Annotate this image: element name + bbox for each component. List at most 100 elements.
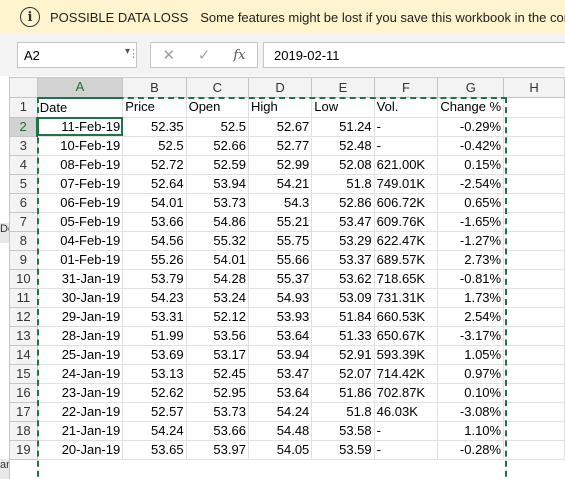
- row-header[interactable]: 12: [9, 306, 38, 327]
- cell-change[interactable]: 1.73%: [437, 287, 505, 308]
- cell-low[interactable]: 53.09: [311, 287, 375, 308]
- cell-high[interactable]: 55.21: [247, 211, 313, 232]
- cell-high[interactable]: 55.66: [247, 249, 313, 270]
- worksheet-grid[interactable]: Do an A B C D E F G H 1DatePriceOpenHigh…: [0, 77, 565, 479]
- cell-high[interactable]: 54.3: [247, 192, 313, 213]
- cell-h[interactable]: [503, 439, 565, 460]
- cell-low[interactable]: 51.86: [311, 382, 375, 403]
- cell-low[interactable]: 52.48: [311, 135, 375, 156]
- cell-low[interactable]: 52.08: [311, 154, 375, 175]
- column-header-c[interactable]: C: [185, 77, 249, 98]
- cell-price[interactable]: 53.66: [122, 211, 187, 232]
- cell-high[interactable]: 52.99: [247, 154, 313, 175]
- cell-date[interactable]: 07-Feb-19: [36, 173, 124, 194]
- row-header[interactable]: 16: [9, 382, 38, 403]
- cell-vol[interactable]: 609.76K: [373, 211, 439, 232]
- cell-high[interactable]: 53.64: [247, 382, 313, 403]
- cell-change[interactable]: Change %: [437, 97, 505, 118]
- cell-low[interactable]: 52.91: [311, 344, 375, 365]
- cell-change[interactable]: -1.27%: [437, 230, 505, 251]
- cell-low[interactable]: 53.47: [311, 211, 375, 232]
- cell-change[interactable]: -1.65%: [437, 211, 505, 232]
- cell-h[interactable]: [503, 97, 565, 118]
- cell-low[interactable]: 52.07: [311, 363, 375, 384]
- cell-date[interactable]: 28-Jan-19: [36, 325, 124, 346]
- cell-h[interactable]: [503, 192, 565, 213]
- cell-h[interactable]: [503, 382, 565, 403]
- cell-date[interactable]: 01-Feb-19: [36, 249, 124, 270]
- cell-high[interactable]: 54.21: [247, 173, 313, 194]
- row-header[interactable]: 18: [9, 420, 38, 441]
- cell-open[interactable]: 52.5: [185, 116, 249, 137]
- cell-change[interactable]: -0.42%: [437, 135, 505, 156]
- row-header[interactable]: 9: [9, 249, 38, 270]
- cell-vol[interactable]: 622.47K: [373, 230, 439, 251]
- cell-h[interactable]: [503, 325, 565, 346]
- cell-vol[interactable]: 593.39K: [373, 344, 439, 365]
- column-header-g[interactable]: G: [437, 77, 505, 98]
- cell-h[interactable]: [503, 154, 565, 175]
- insert-function-icon[interactable]: fx: [233, 48, 245, 63]
- cell-open[interactable]: 53.24: [185, 287, 249, 308]
- cell-high[interactable]: 53.64: [247, 325, 313, 346]
- cell-open[interactable]: 53.94: [185, 173, 249, 194]
- cell-price[interactable]: Price: [122, 97, 187, 118]
- cell-price[interactable]: 52.72: [122, 154, 187, 175]
- cell-change[interactable]: 1.05%: [437, 344, 505, 365]
- cell-high[interactable]: 54.93: [247, 287, 313, 308]
- cell-price[interactable]: 54.24: [122, 420, 187, 441]
- cell-h[interactable]: [503, 420, 565, 441]
- row-header[interactable]: 4: [9, 154, 38, 175]
- cell-price[interactable]: 54.23: [122, 287, 187, 308]
- cell-price[interactable]: 53.31: [122, 306, 187, 327]
- cell-high[interactable]: 55.37: [247, 268, 313, 289]
- row-header[interactable]: 14: [9, 344, 38, 365]
- cell-date[interactable]: 20-Jan-19: [36, 439, 124, 460]
- cell-high[interactable]: 53.93: [247, 306, 313, 327]
- cell-high[interactable]: 54.05: [247, 439, 313, 460]
- cell-change[interactable]: 0.10%: [437, 382, 505, 403]
- cell-vol[interactable]: 660.53K: [373, 306, 439, 327]
- cell-date[interactable]: 31-Jan-19: [36, 268, 124, 289]
- cell-vol[interactable]: -: [373, 135, 439, 156]
- cell-low[interactable]: 52.86: [311, 192, 375, 213]
- cell-change[interactable]: -0.29%: [437, 116, 505, 137]
- row-header[interactable]: 15: [9, 363, 38, 384]
- cell-h[interactable]: [503, 287, 565, 308]
- cell-low[interactable]: Low: [311, 97, 375, 118]
- cell-vol[interactable]: 714.42K: [373, 363, 439, 384]
- cell-vol[interactable]: 718.65K: [373, 268, 439, 289]
- cell-h[interactable]: [503, 306, 565, 327]
- cell-open[interactable]: 53.73: [185, 401, 249, 422]
- cell-high[interactable]: 54.48: [247, 420, 313, 441]
- column-header-e[interactable]: E: [311, 77, 375, 98]
- cell-change[interactable]: -0.81%: [437, 268, 505, 289]
- cell-open[interactable]: 53.73: [185, 192, 249, 213]
- cell-high[interactable]: 53.94: [247, 344, 313, 365]
- cell-change[interactable]: -3.17%: [437, 325, 505, 346]
- cell-date[interactable]: 24-Jan-19: [36, 363, 124, 384]
- cell-low[interactable]: 53.62: [311, 268, 375, 289]
- cell-low[interactable]: 53.59: [311, 439, 375, 460]
- cell-date[interactable]: 29-Jan-19: [36, 306, 124, 327]
- cell-price[interactable]: 53.13: [122, 363, 187, 384]
- cell-date[interactable]: 05-Feb-19: [36, 211, 124, 232]
- cell-price[interactable]: 51.99: [122, 325, 187, 346]
- cell-open[interactable]: 53.66: [185, 420, 249, 441]
- row-header[interactable]: 17: [9, 401, 38, 422]
- cell-date[interactable]: 25-Jan-19: [36, 344, 124, 365]
- cell-open[interactable]: 52.45: [185, 363, 249, 384]
- name-box[interactable]: A2 ▾: [17, 42, 137, 68]
- row-header[interactable]: 3: [9, 135, 38, 156]
- column-header-b[interactable]: B: [122, 77, 187, 98]
- cell-change[interactable]: 0.97%: [437, 363, 505, 384]
- cell-price[interactable]: 53.65: [122, 439, 187, 460]
- cell-price[interactable]: 52.35: [122, 116, 187, 137]
- cell-change[interactable]: -3.08%: [437, 401, 505, 422]
- cell-vol[interactable]: 650.67K: [373, 325, 439, 346]
- cell-high[interactable]: 54.24: [247, 401, 313, 422]
- cell-price[interactable]: 52.5: [122, 135, 187, 156]
- cell-change[interactable]: -2.54%: [437, 173, 505, 194]
- cell-vol[interactable]: 621.00K: [373, 154, 439, 175]
- row-header[interactable]: 10: [9, 268, 38, 289]
